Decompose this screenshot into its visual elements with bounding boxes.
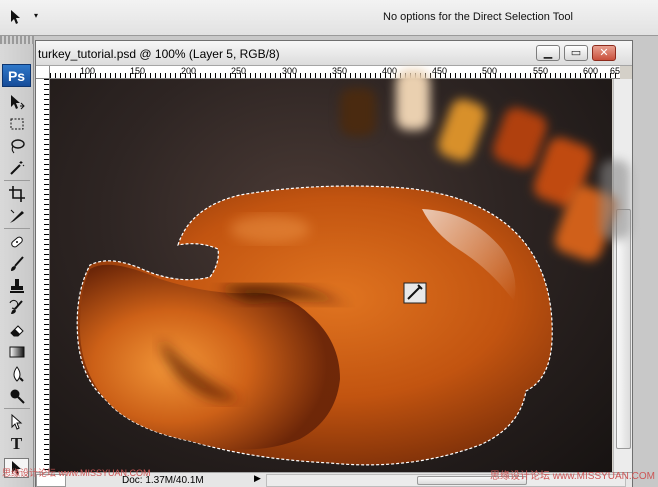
- drag-ghost-swatch: [396, 70, 430, 130]
- ruler-label: 450: [432, 66, 448, 76]
- vertical-scroll-thumb[interactable]: [616, 209, 631, 449]
- ruler-label: 100: [80, 66, 96, 76]
- ruler-label: 350: [332, 66, 348, 76]
- options-bar: ▾ No options for the Direct Selection To…: [0, 0, 658, 36]
- type-tool-icon[interactable]: T: [4, 434, 29, 454]
- slice-tool-icon[interactable]: [4, 206, 29, 226]
- minimize-icon: ▁: [543, 46, 553, 59]
- ruler-label: 600: [583, 66, 599, 76]
- magic-wand-icon[interactable]: [4, 158, 29, 178]
- brush-tool-icon[interactable]: [4, 254, 29, 274]
- status-menu-arrow-icon[interactable]: ▶: [254, 474, 261, 484]
- ruler-label: 200: [181, 66, 197, 76]
- gradient-tool-icon[interactable]: [4, 342, 29, 362]
- close-button[interactable]: ✕: [592, 45, 616, 61]
- history-brush-icon[interactable]: [4, 298, 29, 318]
- path-selection-icon[interactable]: [4, 412, 29, 432]
- path-selection-arrow-icon: [10, 9, 22, 29]
- ruler-label: 400: [382, 66, 398, 76]
- eraser-icon[interactable]: [4, 320, 29, 340]
- tool-preset-picker[interactable]: ▾: [8, 9, 42, 27]
- marquee-tool-icon[interactable]: [4, 114, 29, 134]
- healing-brush-icon[interactable]: [4, 232, 29, 252]
- lasso-tool-icon[interactable]: [4, 136, 29, 156]
- options-text: No options for the Direct Selection Tool: [383, 11, 573, 23]
- ruler-label: 650: [610, 66, 620, 76]
- ruler-label: 300: [282, 66, 298, 76]
- blur-tool-icon[interactable]: [4, 364, 29, 384]
- ruler-label: 250: [231, 66, 247, 76]
- move-tool-icon[interactable]: [4, 92, 29, 112]
- document-title: turkey_tutorial.psd @ 100% (Layer 5, RGB…: [38, 47, 280, 61]
- clone-stamp-icon[interactable]: [4, 276, 29, 296]
- drag-ghost-swatch: [600, 160, 630, 240]
- restore-button[interactable]: ▭: [564, 45, 588, 61]
- ruler-origin[interactable]: [36, 66, 50, 79]
- ruler-label: 150: [130, 66, 146, 76]
- document-window: turkey_tutorial.psd @ 100% (Layer 5, RGB…: [35, 40, 633, 487]
- ruler-label: 550: [533, 66, 549, 76]
- chevron-down-icon: ▾: [34, 11, 39, 20]
- ruler-label: 500: [482, 66, 498, 76]
- restore-icon: ▭: [570, 46, 582, 59]
- watermark-text: 思缘设计论坛 www.MISSYUAN.COM: [2, 468, 151, 478]
- close-icon: ✕: [599, 46, 609, 59]
- watermark-text: 思缘设计论坛 www.MISSYUAN.COM: [490, 471, 656, 482]
- vertical-ruler[interactable]: [36, 79, 50, 472]
- panel-grip[interactable]: [0, 36, 34, 44]
- horizontal-ruler[interactable]: 100 150 200 250 300 350 400 450 500 550 …: [50, 66, 620, 79]
- vertical-scrollbar[interactable]: [613, 79, 632, 472]
- crop-tool-icon[interactable]: [4, 184, 29, 204]
- dodge-tool-icon[interactable]: [4, 386, 29, 406]
- document-titlebar[interactable]: turkey_tutorial.psd @ 100% (Layer 5, RGB…: [36, 41, 632, 66]
- tools-panel: Ps T: [0, 36, 34, 487]
- drag-ghost-swatch: [340, 88, 376, 136]
- photoshop-logo[interactable]: Ps: [2, 64, 31, 87]
- minimize-button[interactable]: ▁: [536, 45, 560, 61]
